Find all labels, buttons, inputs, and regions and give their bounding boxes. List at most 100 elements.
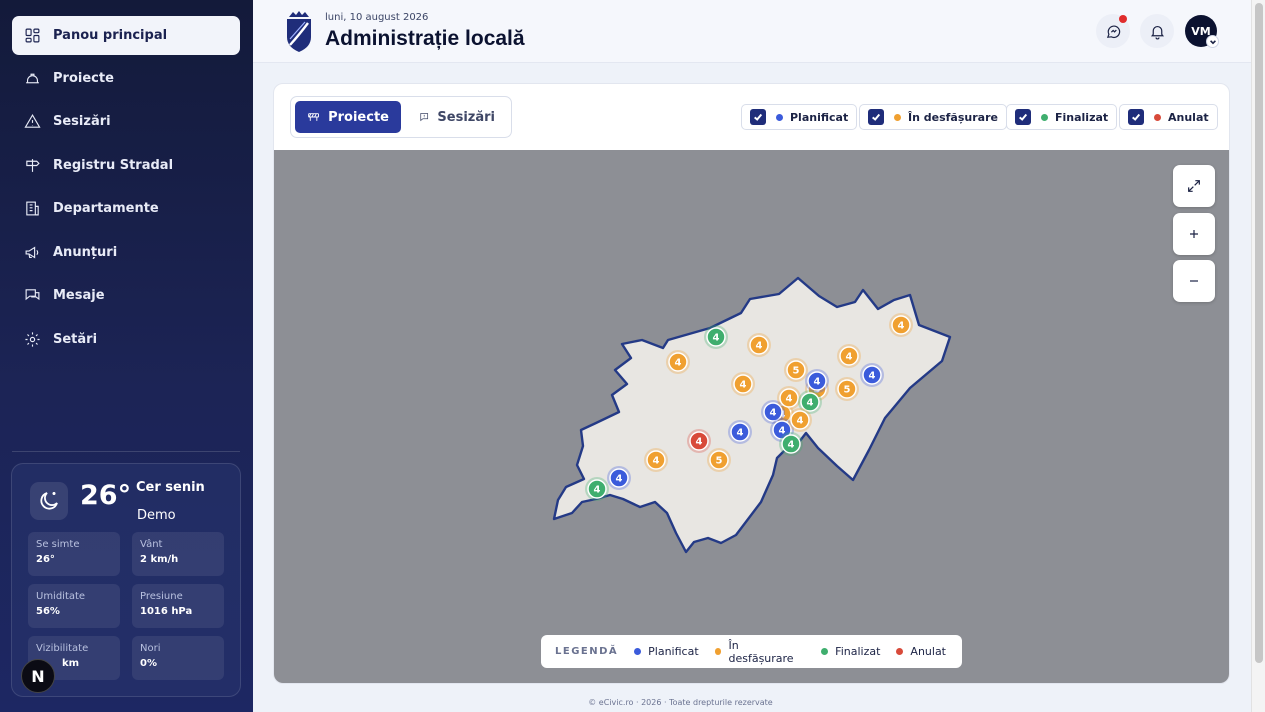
map-marker[interactable]: 4 [779,432,803,456]
chat-button[interactable] [1096,14,1130,48]
sidebar-item-reports[interactable]: Sesizări [12,102,240,141]
zoom-in-button[interactable] [1173,213,1215,255]
sidebar-item-messages[interactable]: Mesaje [12,276,240,315]
report-icon [420,113,429,122]
filter-completed[interactable]: Finalizat [1006,104,1118,130]
plus-icon [1190,230,1198,238]
page-scrollbar[interactable] [1251,0,1265,712]
dashboard-icon [24,27,41,44]
marker-count: 4 [788,440,795,451]
sidebar-divider [12,451,240,452]
signpost-icon [24,157,41,174]
marker-count: 4 [797,416,804,427]
weather-clouds: Nori 0% [132,636,224,680]
building-icon [24,200,41,217]
sidebar-item-departments[interactable]: Departamente [12,189,240,228]
sidebar-item-dashboard[interactable]: Panou principal [12,16,240,55]
sidebar-item-settings[interactable]: Setări [12,320,240,359]
weather-wind: Vânt 2 km/h [132,532,224,576]
weather-condition: Cer senin [136,480,205,495]
map-marker[interactable]: 5 [835,377,859,401]
map-marker[interactable]: 4 [585,477,609,501]
marker-count: 4 [786,394,793,405]
map-marker[interactable]: 4 [728,420,752,444]
sidebar-item-street-registry[interactable]: Registru Stradal [12,146,240,185]
weather-feels-like: Se simte 26° [28,532,120,576]
status-dot [634,648,642,655]
scrollbar-thumb[interactable] [1255,3,1263,663]
dev-tools-badge[interactable]: N [21,659,55,693]
marker-count: 5 [844,385,851,396]
filter-in-progress[interactable]: În desfășurare [859,104,1007,130]
marker-count: 4 [814,377,821,388]
map-marker[interactable]: 4 [777,386,801,410]
map-marker[interactable]: 4 [644,448,668,472]
weather-humidity: Umiditate 56% [28,584,120,628]
status-dot [776,113,783,121]
map-marker[interactable]: 5 [784,358,808,382]
marker-count: 4 [770,408,777,419]
marker-count: 4 [675,358,682,369]
sidebar-item-announcements[interactable]: Anunțuri [12,233,240,272]
map-marker[interactable]: 4 [889,313,913,337]
marker-count: 4 [594,485,601,496]
warning-icon [24,113,41,130]
sidebar-item-label: Setări [53,332,98,347]
chat-icon [1105,23,1122,40]
filter-planned[interactable]: Planificat [741,104,858,130]
map-marker[interactable]: 5 [707,448,731,472]
map-marker[interactable]: 4 [607,466,631,490]
sidebar-item-label: Panou principal [53,28,168,43]
gear-icon [24,331,41,348]
weather-pressure: Presiune 1016 hPa [132,584,224,628]
sidebar-item-label: Mesaje [53,288,105,303]
filter-cancelled[interactable]: Anulat [1119,104,1218,130]
status-dot [896,648,904,655]
notification-dot [1119,15,1127,23]
moon-icon [30,482,68,520]
marker-count: 5 [716,456,723,467]
footer: © eCivic.ro · 2026 · Toate drepturile re… [588,698,773,707]
weather-temperature: 26° [80,480,132,511]
legend-item-in-progress: În desfășurare [714,639,806,665]
chevron-down-icon[interactable] [1206,35,1219,48]
view-toggle: Proiecte Sesizări [290,96,512,138]
map-marker[interactable]: 4 [788,408,812,432]
sidebar: Panou principal Proiecte Sesizări Regist… [0,0,253,712]
checkbox-checked-icon[interactable] [868,109,884,125]
map-marker[interactable]: 4 [747,333,771,357]
map-marker[interactable]: 4 [860,363,884,387]
map-area[interactable]: 444444455445444444445444 [274,150,1230,684]
hardhat-icon [24,70,41,87]
zoom-out-button[interactable] [1173,260,1215,302]
minus-icon [1190,280,1198,282]
marker-count: 4 [807,398,814,409]
sidebar-item-projects[interactable]: Proiecte [12,59,240,98]
map-marker[interactable]: 4 [837,344,861,368]
sidebar-item-label: Sesizări [53,114,111,129]
status-dot [1154,113,1161,121]
fullscreen-button[interactable] [1173,165,1215,207]
checkbox-checked-icon[interactable] [1128,109,1144,125]
notifications-button[interactable] [1140,14,1174,48]
map-marker[interactable]: 4 [731,372,755,396]
marker-count: 4 [653,456,660,467]
map-marker[interactable]: 4 [704,325,728,349]
tab-projects[interactable]: Proiecte [295,101,401,133]
expand-icon [1188,180,1200,192]
checkbox-checked-icon[interactable] [750,109,766,125]
checkbox-checked-icon[interactable] [1015,109,1031,125]
map-marker[interactable]: 4 [666,350,690,374]
status-dot [714,648,722,655]
page-title: Administrație locală [325,27,525,50]
weather-demo-label: Demo [137,508,176,523]
map-marker[interactable]: 4 [687,429,711,453]
megaphone-icon [24,244,41,261]
map-marker[interactable]: 4 [805,369,829,393]
current-date: luni, 10 august 2026 [325,12,429,23]
sidebar-item-label: Departamente [53,201,159,216]
map-canvas[interactable]: 444444455445444444445444 [274,150,1230,684]
map-card: Proiecte Sesizări Planificat În desfășur… [273,83,1230,684]
map-legend: LEGENDĂ Planificat În desfășurare Finali… [541,635,962,668]
tab-reports[interactable]: Sesizări [407,101,507,133]
